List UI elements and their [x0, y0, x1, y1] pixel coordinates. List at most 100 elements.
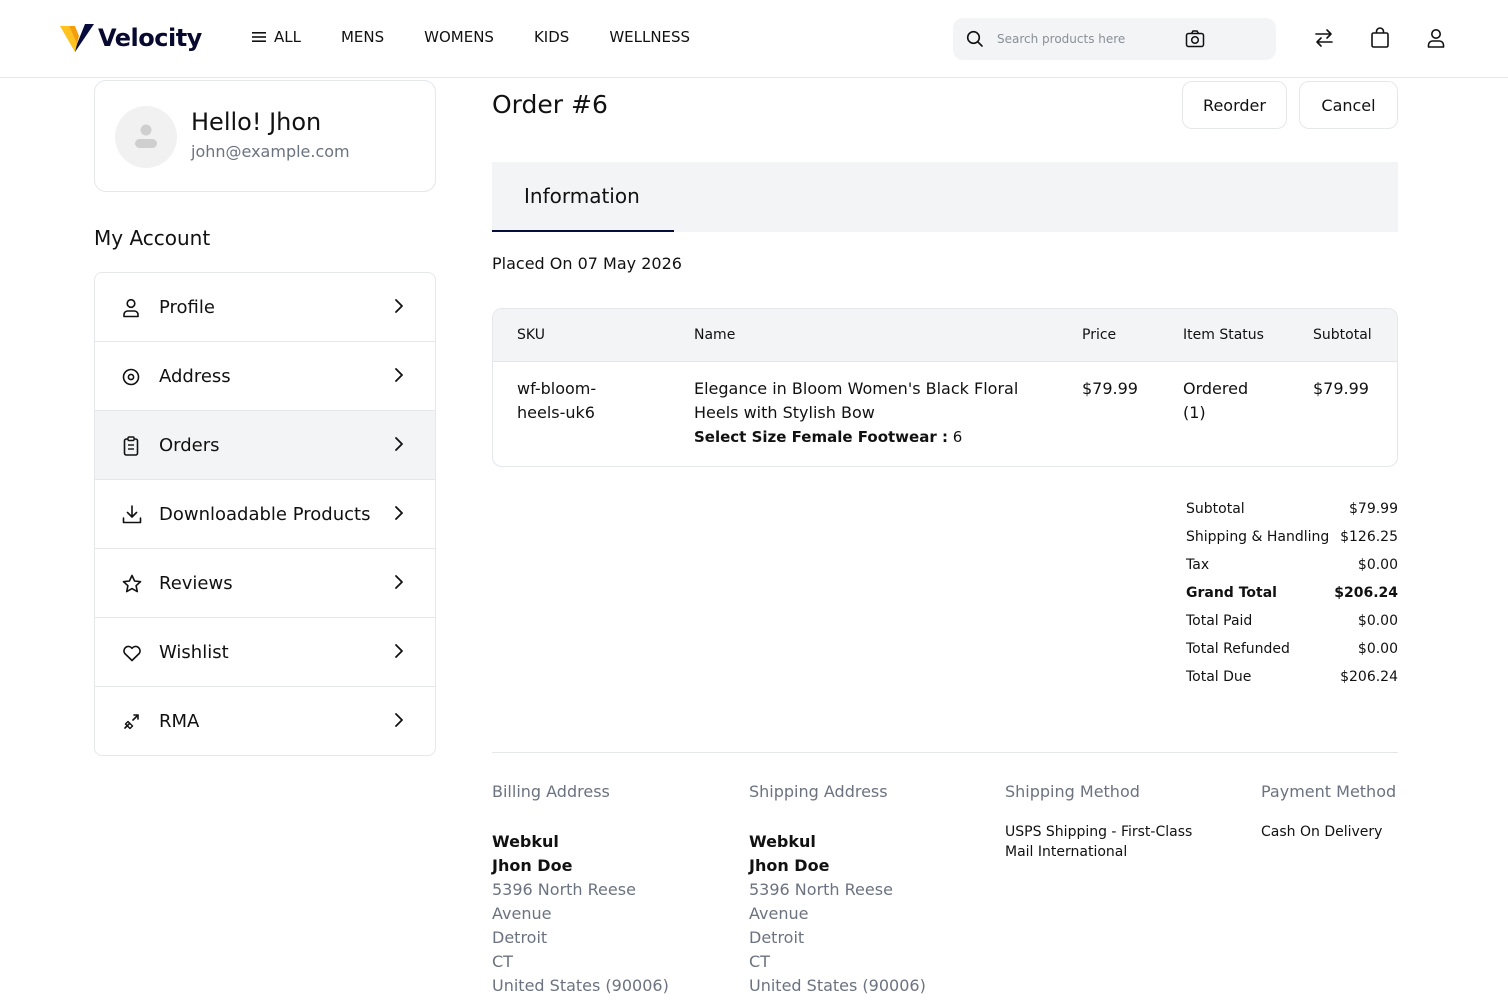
column-header-item-status: Item Status [1183, 327, 1264, 343]
shipping-method: USPS Shipping - First-Class Mail Interna… [1005, 822, 1192, 862]
camera-icon[interactable] [1185, 29, 1205, 49]
column-header-subtotal: Subtotal [1313, 327, 1372, 343]
sidebar-item-reviews[interactable]: Reviews [95, 549, 435, 618]
sku-line: wf-bloom- [517, 379, 597, 398]
sku-line: heels-uk6 [517, 403, 595, 422]
sidebar-item-address[interactable]: Address [95, 342, 435, 411]
chevron-right-icon [395, 437, 403, 451]
tab-information-label: Information [524, 184, 640, 208]
chevron-right-icon [395, 575, 403, 589]
hamburger-menu-icon [252, 32, 266, 42]
totals-label: Total Due [1186, 669, 1252, 685]
nav-kids[interactable]: KIDS [534, 28, 569, 46]
nav-mens[interactable]: MENS [341, 28, 384, 46]
cell-price: $79.99 [1082, 379, 1138, 398]
shipping-city: Detroit [749, 928, 805, 947]
nav-womens[interactable]: WOMENS [424, 28, 494, 46]
option-label: Select Size Female Footwear : [694, 428, 948, 446]
heart-icon [123, 645, 141, 662]
totals-row-shipping: Shipping & Handling $126.25 [1186, 527, 1398, 555]
totals-label: Tax [1186, 557, 1210, 573]
cell-subtotal: $79.99 [1313, 379, 1369, 398]
billing-country: United States (90006) [492, 976, 669, 995]
payment-method-heading: Payment Method [1261, 782, 1397, 801]
totals-value: $126.25 [1340, 529, 1398, 545]
totals-value: $0.00 [1357, 641, 1398, 657]
user-icon[interactable] [1425, 27, 1447, 49]
status-line: (1) [1183, 403, 1206, 422]
totals-row-grand-total: Grand Total $206.24 [1186, 583, 1398, 611]
chevron-right-icon [395, 506, 403, 520]
top-header: Velocity ALL MENS WOMENS KIDS WELLNESS [0, 0, 1508, 78]
payment-method: Cash On Delivery [1261, 824, 1383, 840]
sidebar-item-label: Profile [159, 296, 215, 318]
totals-value: $79.99 [1349, 501, 1398, 517]
column-header-name: Name [694, 327, 736, 343]
chevron-right-icon [395, 299, 403, 313]
totals-label: Total Refunded [1186, 641, 1290, 657]
brand-name: Velocity [98, 24, 202, 52]
totals-row-tax: Tax $0.00 [1186, 555, 1398, 583]
order-items-table: SKU Name Price Item Status Subtotal wf-b… [492, 308, 1398, 467]
user-icon [123, 298, 139, 318]
tab-bar: Information [492, 162, 1398, 232]
table-header: SKU Name Price Item Status Subtotal [493, 309, 1397, 362]
cancel-button[interactable]: Cancel [1299, 81, 1398, 129]
column-header-price: Price [1082, 327, 1117, 343]
nav-wellness[interactable]: WELLNESS [609, 28, 690, 46]
location-icon [122, 368, 140, 386]
billing-address: Webkul Jhon Doe 5396 North Reese Avenue … [492, 830, 669, 998]
billing-company: Webkul [492, 832, 559, 851]
shipping-name: Jhon Doe [749, 856, 830, 875]
sidebar-item-label: Reviews [159, 572, 233, 594]
totals-label: Subtotal [1186, 501, 1245, 517]
sidebar-item-downloadable-products[interactable]: Downloadable Products [95, 480, 435, 549]
rma-icon [124, 714, 139, 730]
sidebar-item-rma[interactable]: RMA [95, 687, 435, 755]
totals-row-total-paid: Total Paid $0.00 [1186, 611, 1398, 639]
reorder-button[interactable]: Reorder [1182, 81, 1287, 129]
download-icon [122, 505, 142, 524]
status-line: Ordered [1183, 379, 1249, 398]
totals-label: Shipping & Handling [1186, 529, 1330, 545]
brand-logo[interactable]: Velocity [60, 22, 202, 54]
shipping-address: Webkul Jhon Doe 5396 North Reese Avenue … [749, 830, 926, 998]
product-option: Select Size Female Footwear : 6 [694, 425, 962, 449]
totals-label: Total Paid [1186, 613, 1253, 629]
cell-item-status: Ordered (1) [1183, 377, 1248, 425]
option-value: 6 [947, 428, 963, 446]
search-input[interactable] [997, 28, 1217, 50]
shipping-method-heading: Shipping Method [1005, 782, 1140, 801]
billing-street: Avenue [492, 904, 552, 923]
sidebar-item-label: Address [159, 365, 231, 387]
shipping-company: Webkul [749, 832, 816, 851]
section-divider [492, 752, 1398, 753]
chevron-right-icon [395, 713, 403, 727]
totals-value: $0.00 [1357, 557, 1398, 573]
shipping-method-line: Mail International [1005, 844, 1128, 860]
sidebar-item-label: Downloadable Products [159, 503, 371, 525]
billing-address-heading: Billing Address [492, 782, 610, 801]
shipping-street: 5396 North Reese [749, 880, 893, 899]
profile-card: Hello! Jhon john@example.com [94, 80, 436, 192]
sidebar-item-wishlist[interactable]: Wishlist [95, 618, 435, 687]
star-icon [122, 574, 142, 593]
column-header-sku: SKU [517, 327, 545, 343]
search-icon[interactable] [966, 30, 984, 48]
totals-label: Grand Total [1186, 585, 1277, 601]
cart-icon[interactable] [1370, 27, 1390, 49]
nav-all-label: ALL [274, 28, 301, 46]
shipping-address-heading: Shipping Address [749, 782, 888, 801]
tab-information[interactable]: Information [492, 162, 674, 232]
billing-street: 5396 North Reese [492, 880, 636, 899]
sidebar-item-label: RMA [159, 710, 200, 732]
nav-all[interactable]: ALL [252, 28, 301, 46]
sidebar-item-orders[interactable]: Orders [95, 411, 435, 480]
profile-email: john@example.com [191, 142, 350, 161]
shipping-method-line: USPS Shipping - First-Class [1005, 824, 1193, 840]
compare-icon[interactable] [1313, 27, 1335, 49]
cell-sku: wf-bloom- heels-uk6 [517, 377, 596, 425]
sidebar-item-label: Orders [159, 434, 220, 456]
search-bar [953, 18, 1276, 60]
sidebar-item-profile[interactable]: Profile [95, 273, 435, 342]
